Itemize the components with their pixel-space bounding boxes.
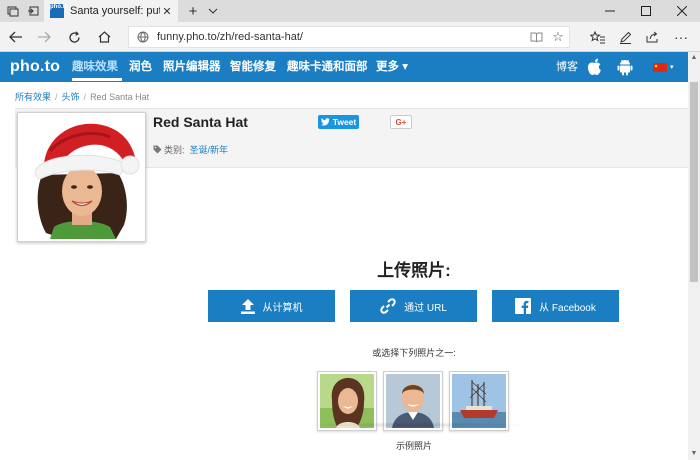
upload-from-facebook-label: 从 Facebook bbox=[539, 302, 596, 314]
breadcrumb: 所有效果 / 头饰 / Red Santa Hat bbox=[15, 92, 150, 102]
tweet-label: Tweet bbox=[332, 117, 357, 127]
menu-item-photo-editor[interactable]: 照片编辑器 bbox=[163, 52, 221, 82]
refresh-icon[interactable] bbox=[62, 26, 86, 48]
sample-shadow bbox=[300, 422, 528, 428]
breadcrumb-all-effects[interactable]: 所有效果 bbox=[15, 92, 51, 102]
tab-title: Santa yourself: put a Sa bbox=[70, 5, 160, 17]
globe-icon bbox=[137, 31, 149, 43]
site-logo[interactable]: pho.to bbox=[10, 58, 60, 76]
share-icon[interactable] bbox=[640, 26, 666, 48]
menu-item-cartoon-faces[interactable]: 趣味卡通和面部 bbox=[287, 52, 368, 82]
more-menu-icon[interactable]: ··· bbox=[668, 26, 694, 48]
google-plus-button[interactable]: G+ bbox=[390, 115, 412, 129]
browser-title-bar: pho.to Santa yourself: put a Sa ✕ + bbox=[0, 0, 700, 22]
santa-hat-portrait-image bbox=[20, 115, 143, 239]
favorite-star-icon[interactable]: ☆ bbox=[547, 29, 569, 45]
scrollbar-thumb[interactable] bbox=[690, 82, 698, 282]
link-icon bbox=[380, 298, 396, 314]
menu-item-more[interactable]: 更多 ▾ bbox=[376, 52, 408, 82]
language-flag-icon[interactable]: ▾ bbox=[653, 62, 674, 72]
category-row: 类别: 圣诞/新年 bbox=[153, 143, 228, 156]
maximize-icon[interactable] bbox=[628, 0, 664, 22]
set-aside-tabs-icon[interactable] bbox=[20, 0, 46, 22]
category-label: 类别: bbox=[164, 145, 185, 155]
language-chevron-down-icon[interactable]: ▾ bbox=[670, 63, 674, 72]
minimize-icon[interactable] bbox=[592, 0, 628, 22]
site-header: pho.to 趣味效果 润色 照片编辑器 智能修复 趣味卡通和面部 更多 ▾ 博… bbox=[0, 52, 688, 82]
facebook-icon bbox=[515, 298, 532, 314]
menu-item-retouch[interactable]: 润色 bbox=[129, 52, 152, 82]
upload-arrow-icon bbox=[240, 298, 255, 314]
upload-from-url-label: 通过 URL bbox=[404, 302, 447, 314]
twitter-bird-icon bbox=[320, 118, 330, 126]
upload-from-url-button[interactable]: 通过 URL bbox=[350, 290, 477, 322]
scroll-up-icon[interactable]: ▲ bbox=[688, 52, 700, 64]
breadcrumb-headwear[interactable]: 头饰 bbox=[62, 92, 80, 102]
browser-toolbar: funny.pho.to/zh/red-santa-hat/ ☆ ··· bbox=[0, 22, 700, 52]
upload-title: 上传照片: bbox=[377, 261, 451, 280]
category-link[interactable]: 圣诞/新年 bbox=[190, 143, 229, 156]
back-arrow-icon[interactable] bbox=[4, 26, 28, 48]
upload-from-computer-button[interactable]: 从计算机 bbox=[208, 290, 335, 322]
choose-sample-text: 或选择下列照片之一: bbox=[372, 348, 456, 358]
effect-preview-image bbox=[17, 112, 146, 242]
browser-tab[interactable]: pho.to Santa yourself: put a Sa ✕ bbox=[44, 0, 178, 22]
home-icon[interactable] bbox=[92, 26, 116, 48]
blog-link[interactable]: 博客 bbox=[556, 52, 578, 82]
active-menu-indicator bbox=[72, 78, 122, 81]
web-note-pen-icon[interactable] bbox=[612, 26, 638, 48]
favicon-icon: pho.to bbox=[50, 4, 68, 18]
address-bar[interactable]: funny.pho.to/zh/red-santa-hat/ ☆ bbox=[128, 26, 570, 48]
tab-close-icon[interactable]: ✕ bbox=[160, 5, 174, 18]
sample-caption: 示例照片 bbox=[395, 441, 432, 451]
tag-icon bbox=[153, 145, 162, 154]
android-icon[interactable] bbox=[617, 58, 633, 76]
tweet-button[interactable]: Tweet bbox=[318, 115, 359, 129]
favorites-hub-icon[interactable] bbox=[584, 26, 610, 48]
effect-title: Red Santa Hat bbox=[153, 114, 248, 130]
close-window-icon[interactable] bbox=[664, 0, 700, 22]
tab-list-chevron-down-icon[interactable] bbox=[200, 0, 226, 22]
reading-view-icon[interactable] bbox=[525, 32, 547, 43]
menu-item-smart-fix[interactable]: 智能修复 bbox=[230, 52, 276, 82]
forward-arrow-icon[interactable] bbox=[32, 26, 56, 48]
upload-from-facebook-button[interactable]: 从 Facebook bbox=[492, 290, 619, 322]
apple-icon[interactable] bbox=[586, 58, 602, 76]
breadcrumb-current: Red Santa Hat bbox=[90, 92, 150, 102]
upload-from-computer-label: 从计算机 bbox=[262, 302, 303, 314]
url-text: funny.pho.to/zh/red-santa-hat/ bbox=[157, 31, 303, 43]
